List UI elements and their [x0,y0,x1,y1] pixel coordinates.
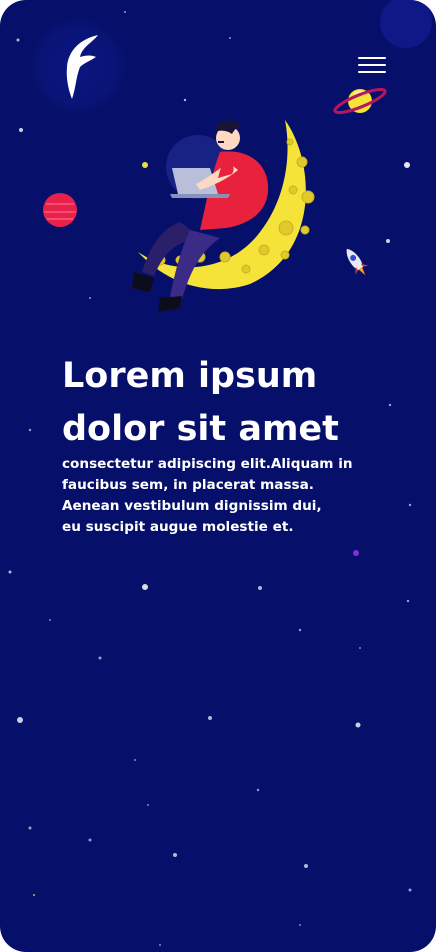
app-screen: Lorem ipsum dolor sit amet consectetur a… [0,0,436,952]
ringed-planet-icon [333,87,387,115]
menu-line [358,71,386,73]
f-logo-icon [66,35,98,99]
hero-title-line-1: Lorem ipsum [62,356,318,396]
red-planet-icon [43,193,77,227]
hero-description-line: consectetur adipiscing elit.Aliquam in [62,456,353,472]
hero-description-line: eu suscipit augue molestie et. [62,519,294,535]
hamburger-menu-button[interactable] [352,50,392,80]
person-with-laptop-on-moon-illustration [132,120,315,312]
hero-description-line: faucibus sem, in placerat massa. [62,477,314,493]
menu-line [358,57,386,59]
rocket-icon [346,248,369,276]
hero-description: consectetur adipiscing elit.Aliquam in f… [62,454,392,538]
hero-title-line-2: dolor sit amet [62,409,339,449]
brand-logo[interactable] [30,18,126,114]
hero-description-line: Aenean vestibulum dignissim dui, [62,498,322,514]
menu-line [358,64,386,66]
hero-title: Lorem ipsum dolor sit amet [62,350,402,456]
